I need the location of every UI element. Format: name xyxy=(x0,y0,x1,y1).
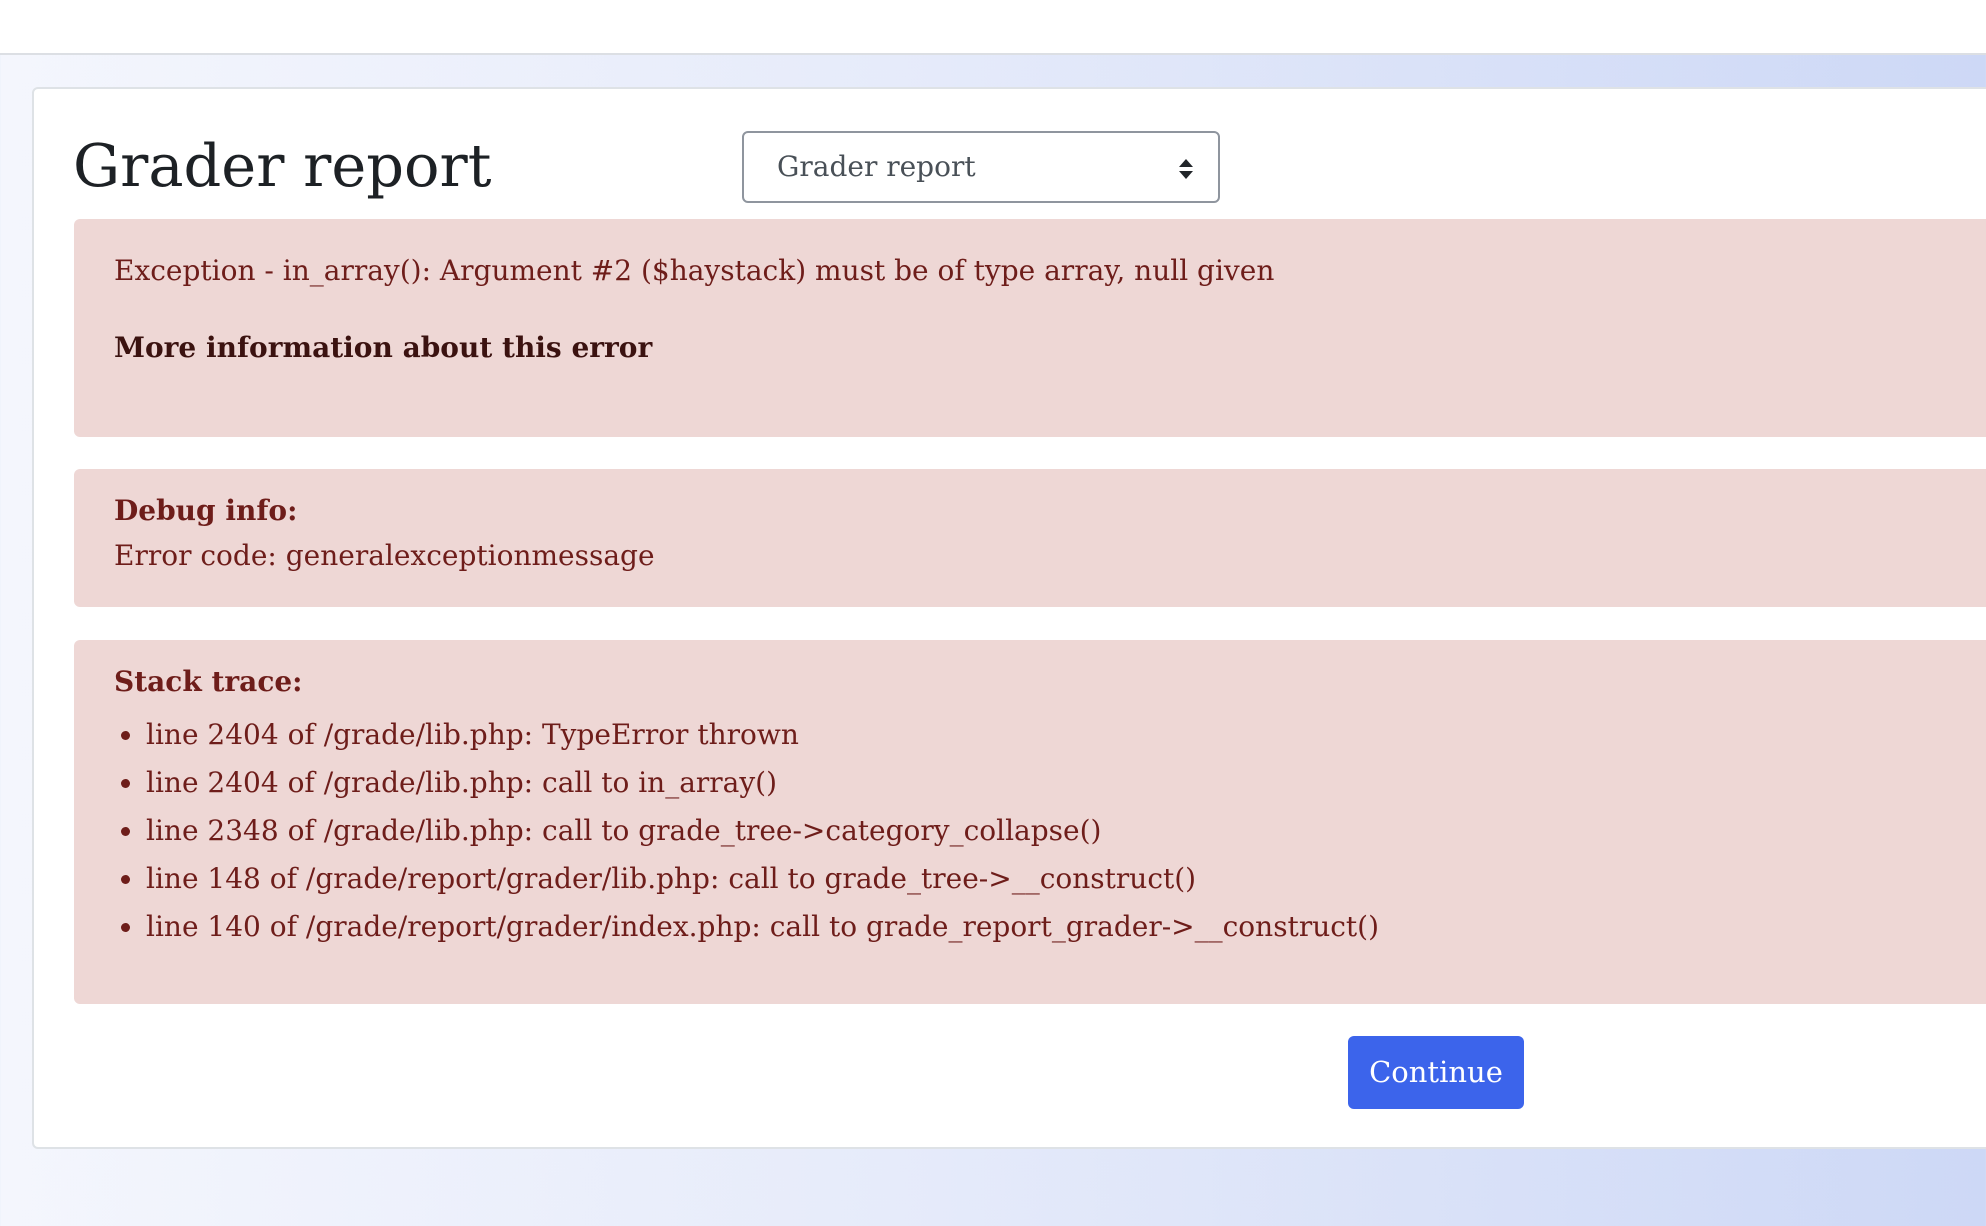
stack-trace-item: line 2348 of /grade/lib.php: call to gra… xyxy=(114,807,1379,855)
sort-arrows-icon xyxy=(1179,159,1193,179)
debug-info-heading: Debug info: xyxy=(114,494,298,527)
stack-trace-item: line 148 of /grade/report/grader/lib.php… xyxy=(114,855,1379,903)
stack-trace-item: line 140 of /grade/report/grader/index.p… xyxy=(114,903,1379,951)
more-info-link[interactable]: More information about this error xyxy=(114,331,652,365)
error-code: Error code: generalexceptionmessage xyxy=(114,539,655,572)
error-alert: Exception - in_array(): Argument #2 ($ha… xyxy=(74,219,1986,437)
report-type-select[interactable]: Grader report xyxy=(742,131,1220,203)
stack-trace-item: line 2404 of /grade/lib.php: call to in_… xyxy=(114,759,1379,807)
report-type-select-value: Grader report xyxy=(777,150,976,183)
stack-trace-heading: Stack trace: xyxy=(114,665,303,698)
page-title: Grader report xyxy=(73,131,492,200)
top-navbar xyxy=(0,0,1986,55)
continue-button[interactable]: Continue xyxy=(1348,1036,1524,1109)
debug-info-alert: Debug info: Error code: generalexception… xyxy=(74,469,1986,607)
stack-trace-item: line 2404 of /grade/lib.php: TypeError t… xyxy=(114,711,1379,759)
stack-trace-list: line 2404 of /grade/lib.php: TypeError t… xyxy=(114,711,1379,951)
stack-trace-alert: Stack trace: line 2404 of /grade/lib.php… xyxy=(74,640,1986,1004)
error-message: Exception - in_array(): Argument #2 ($ha… xyxy=(114,254,1275,287)
